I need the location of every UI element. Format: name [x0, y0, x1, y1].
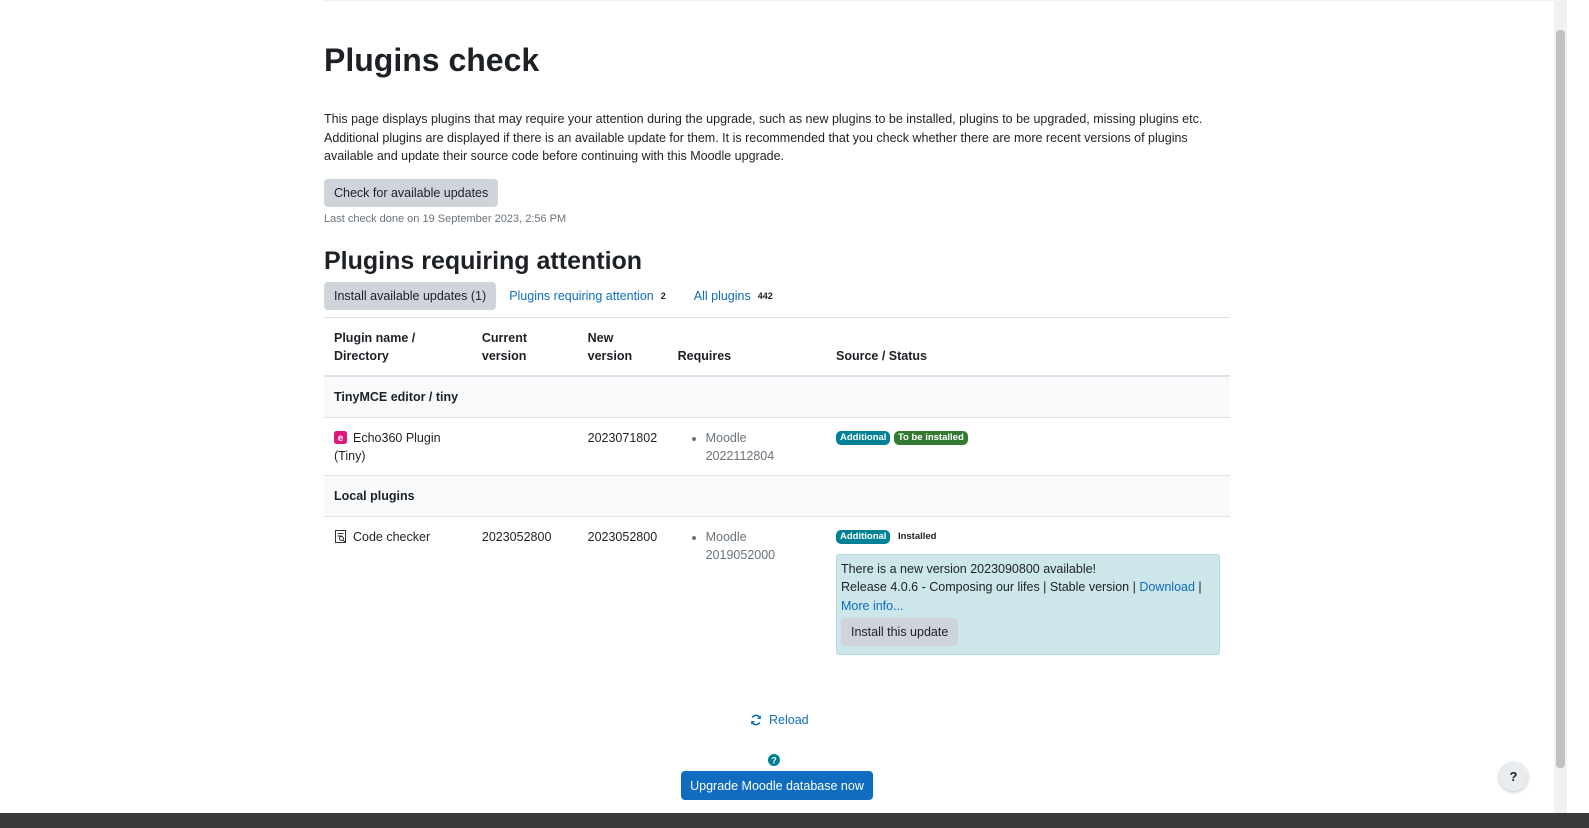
header-source-status: Source / Status: [826, 316, 1230, 377]
vertical-scrollbar[interactable]: [1554, 0, 1567, 818]
install-available-updates-button[interactable]: Install available updates (1): [324, 281, 497, 310]
header-new-version: New version: [577, 316, 668, 377]
refresh-icon: [751, 714, 761, 726]
source-status-cell: Additional Installed There is a new vers…: [826, 516, 1230, 665]
update-message: There is a new version 2023090800 availa…: [841, 561, 1097, 576]
group-row: TinyMCE editor / tiny: [324, 375, 1230, 418]
install-this-update-button[interactable]: Install this update: [841, 618, 959, 646]
echo360-icon: e: [334, 430, 347, 444]
update-release-info: Release 4.0.6 - Composing our lifes | St…: [841, 578, 1215, 615]
table-header-row: Plugin name / Directory Current version …: [324, 316, 1230, 377]
table-row: Code checker 2023052800 2023052800 Moodl…: [324, 516, 1230, 665]
scrollbar-thumb[interactable]: [1556, 30, 1565, 768]
more-info-link[interactable]: More info...: [841, 599, 904, 613]
source-status-cell: Additional To be installed: [826, 417, 1230, 476]
update-available-box: There is a new version 2023090800 availa…: [836, 553, 1220, 655]
requirement-item: Moodle 2022112804: [706, 429, 816, 465]
code-checker-icon: [335, 529, 346, 543]
plugins-table: Plugin name / Directory Current version …: [324, 316, 1230, 666]
reload-label: Reload: [769, 713, 809, 727]
floating-help-button[interactable]: ?: [1499, 762, 1528, 791]
check-updates-button[interactable]: Check for available updates: [324, 178, 499, 207]
requires-cell: Moodle 2022112804: [667, 417, 826, 476]
page-title: Plugins check: [324, 42, 540, 78]
requires-cell: Moodle 2019052000: [668, 516, 826, 665]
table-row: e Echo360 Plugin (Tiny) 2023071802 Moodl…: [324, 417, 1230, 476]
new-version-cell: 2023052800: [587, 529, 658, 544]
plugin-name-cell: e Echo360 Plugin (Tiny): [324, 417, 472, 476]
upgrade-database-button[interactable]: Upgrade Moodle database now: [681, 771, 873, 800]
status-badge: To be installed: [893, 431, 968, 446]
tab-count: 442: [757, 290, 773, 301]
attention-heading: Plugins requiring attention: [324, 246, 643, 275]
plugin-name: Code checker: [353, 529, 431, 544]
header-current-version: Current version: [471, 316, 578, 377]
current-version-cell: [471, 417, 578, 476]
current-version-cell: 2023052800: [481, 529, 552, 544]
status-badge: Installed: [897, 531, 937, 543]
intro-text: This page displays plugins that may requ…: [324, 112, 1203, 163]
help-glyph: ?: [1509, 769, 1518, 784]
last-check-text: Last check done on 19 September 2023, 2:…: [324, 212, 567, 225]
svg-text:e: e: [338, 433, 344, 444]
help-question-icon[interactable]: ?: [768, 754, 780, 766]
source-badge: Additional: [836, 431, 891, 446]
group-row: Local plugins: [324, 475, 1230, 517]
tab-count: 2: [660, 290, 666, 301]
header-requires: Requires: [667, 316, 826, 377]
tab-label: All plugins: [693, 288, 751, 303]
main-content: Plugins check This page displays plugins…: [324, 0, 1230, 665]
tab-plugins-requiring-attention[interactable]: Plugins requiring attention 2: [509, 289, 666, 303]
tab-all-plugins[interactable]: All plugins 442: [694, 289, 773, 303]
plugin-filter-tabs: Install available updates (1) Plugins re…: [324, 281, 1230, 311]
separator: |: [1198, 580, 1202, 594]
plugin-name: Echo360 Plugin (Tiny): [334, 430, 441, 463]
page: Plugins check This page displays plugins…: [0, 0, 1589, 828]
release-text: Release 4.0.6 - Composing our lifes | St…: [841, 580, 1136, 594]
download-link[interactable]: Download: [1139, 580, 1195, 594]
requirement-item: Moodle 2019052000: [706, 528, 816, 564]
plugin-name-cell: Code checker: [324, 516, 472, 665]
tab-label: Plugins requiring attention: [509, 288, 654, 303]
bottom-bar: [0, 813, 1589, 828]
source-badge: Additional: [836, 530, 891, 545]
svg-text:?: ?: [771, 756, 777, 766]
group-label: TinyMCE editor / tiny: [324, 375, 1230, 418]
new-version-cell: 2023071802: [577, 417, 668, 476]
reload-link[interactable]: Reload: [750, 713, 809, 727]
header-plugin-name: Plugin name / Directory: [324, 316, 472, 377]
group-label: Local plugins: [324, 475, 1230, 517]
